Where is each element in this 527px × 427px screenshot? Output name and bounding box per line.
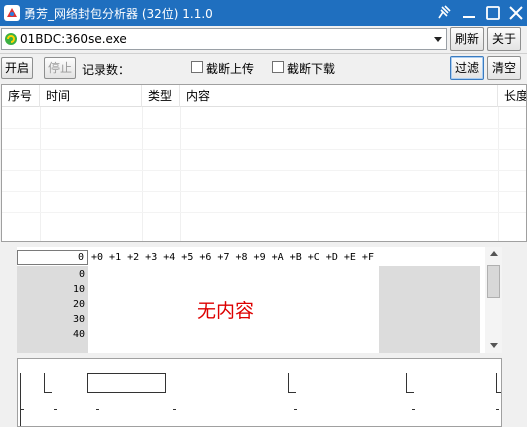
close-icon[interactable] [505, 3, 527, 23]
clear-button[interactable]: 清空 [487, 56, 521, 80]
truncate-upload-checkbox[interactable] [191, 61, 203, 73]
address-label: 0 [78, 269, 85, 280]
refresh-button[interactable]: 刷新 [450, 27, 484, 51]
divider [0, 53, 527, 54]
packet-list[interactable]: 序号 时间 类型 内容 长度 [1, 84, 527, 242]
scroll-up-icon[interactable] [489, 249, 499, 257]
process-icon [5, 33, 17, 45]
chevron-down-icon[interactable] [432, 33, 444, 45]
maximize-icon[interactable] [482, 3, 504, 23]
truncate-upload-label[interactable]: 截断上传 [206, 60, 254, 77]
address-label: 20 [72, 299, 85, 310]
column-header-content[interactable]: 内容 [180, 85, 498, 107]
column-header-type[interactable]: 类型 [142, 85, 180, 107]
process-dropdown[interactable]: 01BDC:360se.exe [1, 28, 447, 50]
truncate-download-checkbox[interactable] [272, 61, 284, 73]
app-logo-icon [4, 5, 20, 21]
offset-field[interactable]: 0 [17, 250, 88, 265]
packet-list-header: 序号 时间 类型 内容 长度 [2, 85, 526, 107]
ascii-column [379, 266, 480, 353]
address-label: 30 [72, 314, 85, 325]
stop-button[interactable]: 停止 [44, 57, 76, 79]
address-label: 40 [72, 329, 85, 340]
grid-line [2, 149, 526, 150]
column-header-time[interactable]: 时间 [40, 85, 142, 107]
record-count-label: 记录数： [82, 63, 131, 77]
title-bar: 勇芳_网络封包分析器 (32位) 1.1.0 [0, 0, 527, 26]
truncate-download-label[interactable]: 截断下载 [287, 60, 335, 77]
grid-line [2, 128, 526, 129]
grid-line [2, 170, 526, 171]
hex-scrollbar[interactable] [485, 247, 502, 353]
address-label: 10 [72, 284, 85, 295]
about-button[interactable]: 关于 [487, 27, 521, 51]
pin-icon[interactable] [433, 3, 455, 23]
filter-button[interactable]: 过滤 [450, 56, 484, 80]
start-button[interactable]: 开启 [1, 57, 33, 79]
packet-detail-panel[interactable] [17, 358, 502, 427]
hex-view[interactable]: 0 +0 +1 +2 +3 +4 +5 +6 +7 +8 +9 +A +B +C… [17, 247, 502, 353]
scroll-thumb[interactable] [487, 265, 500, 298]
hex-column-header: +0 +1 +2 +3 +4 +5 +6 +7 +8 +9 +A +B +C +… [91, 252, 374, 263]
grid-line [2, 212, 526, 213]
column-header-length[interactable]: 长度 [498, 85, 526, 107]
tree-lines [20, 373, 501, 426]
grid-line [2, 191, 526, 192]
empty-message: 无内容 [197, 300, 255, 322]
window-title: 勇芳_网络封包分析器 (32位) 1.1.0 [24, 7, 213, 21]
column-header-seq[interactable]: 序号 [2, 85, 40, 107]
minimize-icon[interactable] [458, 3, 480, 23]
selected-process: 01BDC:360se.exe [20, 32, 127, 46]
address-column: 0 10 20 30 40 [17, 266, 88, 353]
scroll-down-icon[interactable] [489, 342, 499, 350]
